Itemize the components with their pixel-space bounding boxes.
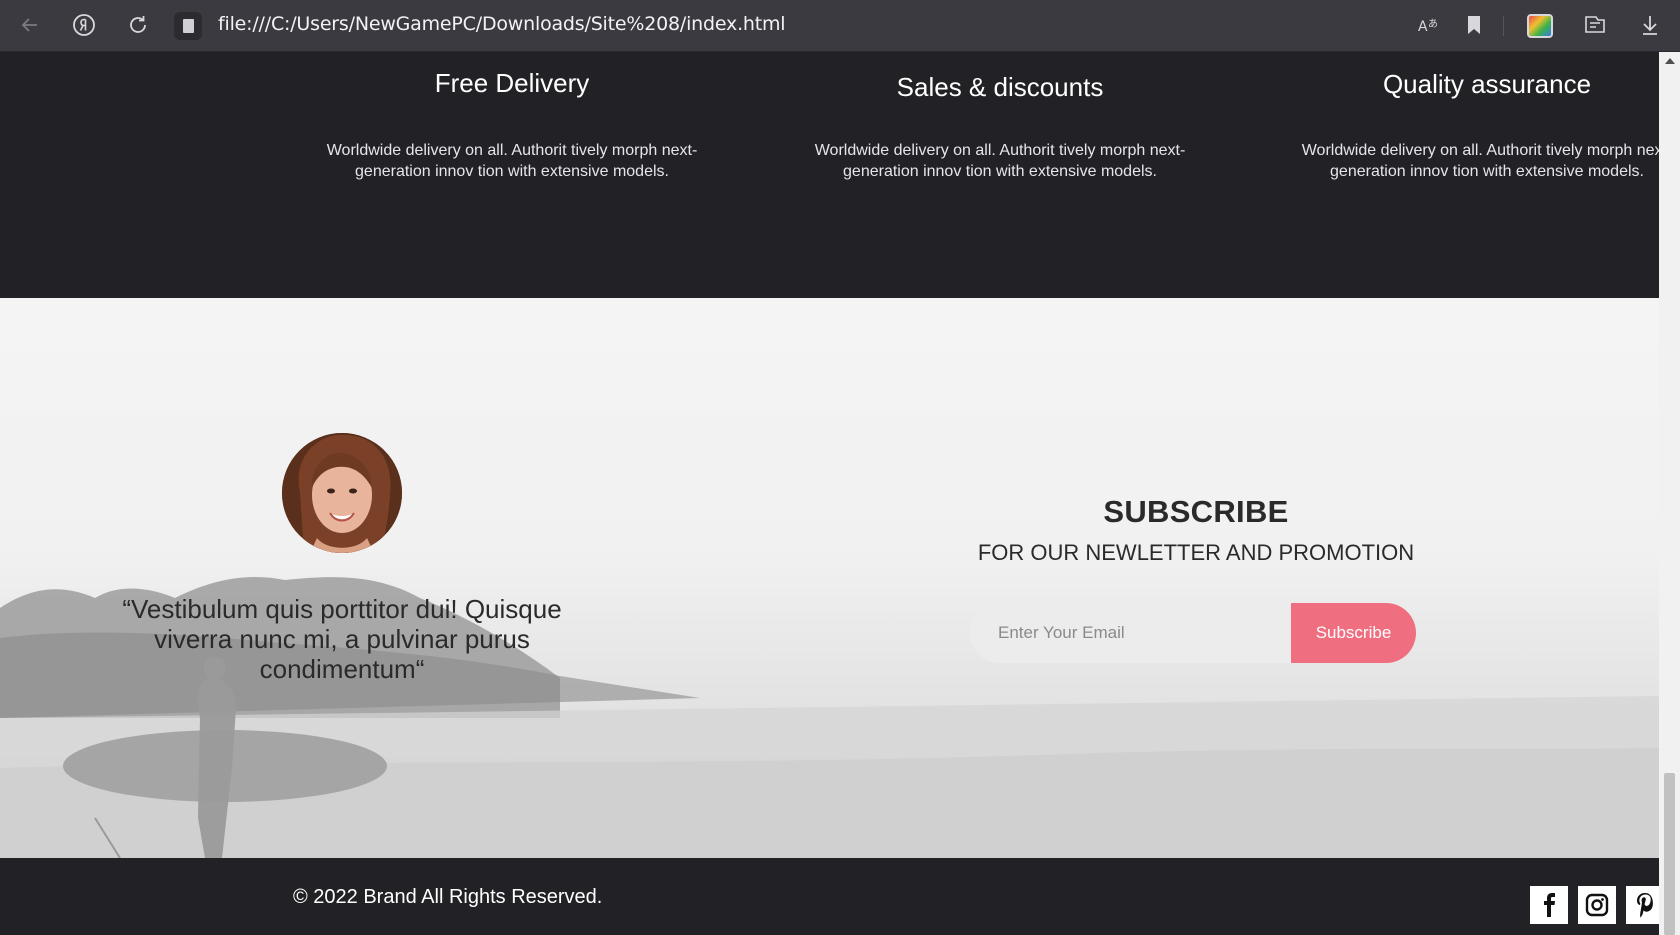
address-bar[interactable]: file:///C:/Users/NewGamePC/Downloads/Sit… — [218, 13, 786, 35]
testimonial-subscribe-section: “Vestibulum quis porttitor dui! Quisque … — [0, 298, 1659, 858]
feature-text: Worldwide delivery on all. Authorit tive… — [814, 142, 1186, 180]
feature-text: Worldwide delivery on all. Authorit tive… — [1301, 142, 1659, 180]
feature-title: Free Delivery — [434, 68, 590, 98]
download-icon[interactable] — [1636, 11, 1664, 39]
feature-text: Worldwide delivery on all. Authorit tive… — [326, 142, 698, 180]
yandex-icon[interactable] — [70, 11, 98, 39]
scrollbar-thumb[interactable] — [1664, 773, 1675, 935]
avatar — [282, 433, 402, 553]
extension-icon[interactable] — [1527, 14, 1553, 38]
feature-quality-assurance: Quality assurance Worldwide delivery on … — [1267, 69, 1659, 180]
feature-title: Sales & discounts — [896, 72, 1104, 102]
features-section: Free Delivery Worldwide delivery on all.… — [0, 52, 1659, 298]
web-page: Free Delivery Worldwide delivery on all.… — [0, 52, 1659, 935]
subscribe-title: SUBSCRIBE — [1103, 494, 1289, 529]
testimonial-quote: “Vestibulum quis porttitor dui! Quisque … — [122, 594, 562, 684]
reload-icon[interactable] — [124, 11, 152, 39]
footer: © 2022 Brand All Rights Reserved. — [0, 858, 1659, 935]
subscribe-subtitle: FOR OUR NEWLETTER AND PROMOTION — [977, 540, 1415, 565]
back-arrow-icon[interactable] — [16, 11, 44, 39]
file-icon — [174, 12, 202, 40]
email-field[interactable] — [970, 603, 1292, 663]
facebook-icon[interactable] — [1530, 886, 1568, 924]
browser-toolbar: file:///C:/Users/NewGamePC/Downloads/Sit… — [0, 0, 1680, 52]
svg-text:A: A — [1418, 19, 1428, 35]
bookmark-icon[interactable] — [1460, 11, 1488, 39]
instagram-icon[interactable] — [1578, 886, 1616, 924]
subscribe-button[interactable]: Subscribe — [1291, 603, 1416, 663]
beach-background-image — [0, 577, 1659, 858]
copyright-text: © 2022 Brand All Rights Reserved. — [293, 886, 603, 908]
feature-sales-discounts: Sales & discounts Worldwide delivery on … — [780, 72, 1220, 180]
collections-icon[interactable] — [1581, 11, 1609, 39]
pinterest-icon[interactable] — [1626, 886, 1659, 924]
feature-title: Quality assurance — [1382, 69, 1592, 99]
feature-free-delivery: Free Delivery Worldwide delivery on all.… — [292, 68, 732, 180]
svg-text:あ: あ — [1428, 18, 1438, 30]
scroll-up-arrow-icon[interactable] — [1665, 58, 1675, 64]
translate-icon[interactable]: Aあ — [1415, 11, 1443, 39]
toolbar-separator — [1503, 16, 1504, 36]
